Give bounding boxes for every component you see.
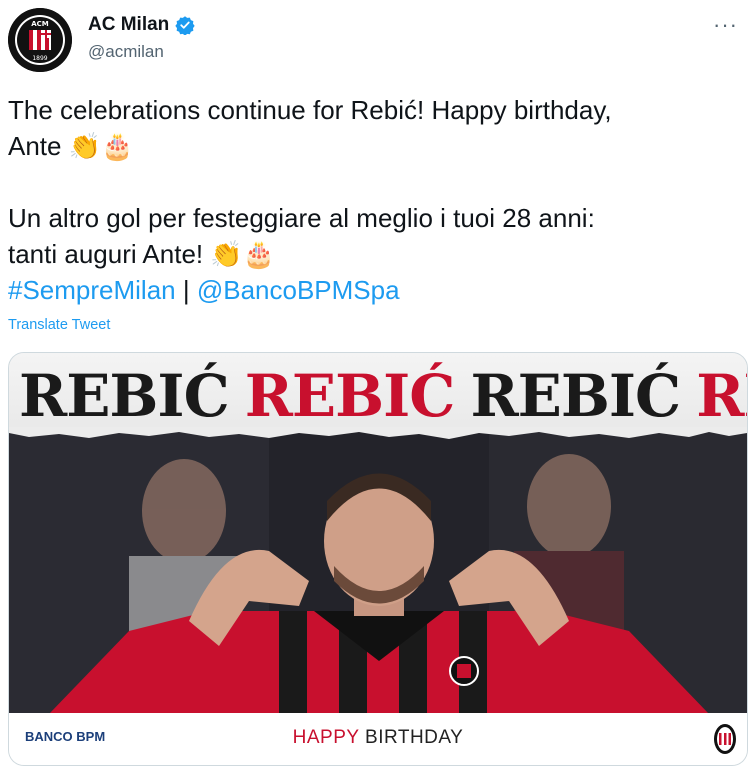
link-separator: |	[175, 275, 197, 305]
media-banner: REBIĆREBIĆREBIĆREBIĆ	[9, 353, 747, 438]
torn-paper-edge	[9, 427, 747, 439]
player-photo	[9, 431, 747, 714]
banner-word: REBIĆ	[244, 362, 456, 430]
birthday-text: BIRTHDAY	[365, 727, 464, 748]
account-names: AC Milan @acmilan	[88, 14, 195, 62]
media-footer: BANCO BPM HAPPY BIRTHDAY	[9, 713, 747, 765]
tweet-text: The celebrations continue for Rebić! Hap…	[8, 92, 738, 308]
tweet-line: Un altro gol per festeggiare al meglio i…	[8, 203, 595, 233]
svg-text:1899: 1899	[32, 55, 47, 62]
tweet-links: #SempreMilan | @BancoBPMSpa	[8, 272, 738, 308]
milan-crest-small-icon	[714, 724, 736, 754]
tweet-line: The celebrations continue for Rebić! Hap…	[8, 95, 612, 125]
avatar[interactable]: ACM 1899	[8, 8, 72, 72]
display-name[interactable]: AC Milan	[88, 14, 195, 36]
banner-word: REBIĆ	[19, 362, 230, 430]
verified-badge-icon	[175, 16, 195, 35]
svg-text:ACM: ACM	[31, 20, 49, 28]
ac-milan-crest-icon: ACM 1899	[8, 8, 72, 72]
translate-tweet-link[interactable]: Translate Tweet	[8, 317, 110, 333]
display-name-text[interactable]: AC Milan	[88, 14, 169, 36]
happy-text: HAPPY	[292, 727, 360, 748]
tweet-line: Ante 👏🎂	[8, 131, 134, 161]
banner-word: REBIĆ	[696, 362, 747, 430]
tweet-media-image[interactable]: REBIĆREBIĆREBIĆREBIĆ	[8, 352, 748, 766]
more-options-icon[interactable]: ···	[713, 12, 738, 38]
happy-birthday-caption: HAPPY BIRTHDAY	[9, 727, 747, 749]
handle[interactable]: @acmilan	[88, 42, 195, 62]
banner-text: REBIĆREBIĆREBIĆREBIĆ	[19, 361, 747, 431]
tweet-header: ACM 1899 AC Milan @acmilan ···	[8, 8, 750, 72]
player-illustration	[9, 431, 747, 714]
hashtag-link[interactable]: #SempreMilan	[8, 275, 176, 305]
banner-word: REBIĆ	[470, 362, 681, 430]
tweet-line: tanti auguri Ante! 👏🎂	[8, 239, 276, 269]
mention-link[interactable]: @BancoBPMSpa	[197, 275, 400, 305]
